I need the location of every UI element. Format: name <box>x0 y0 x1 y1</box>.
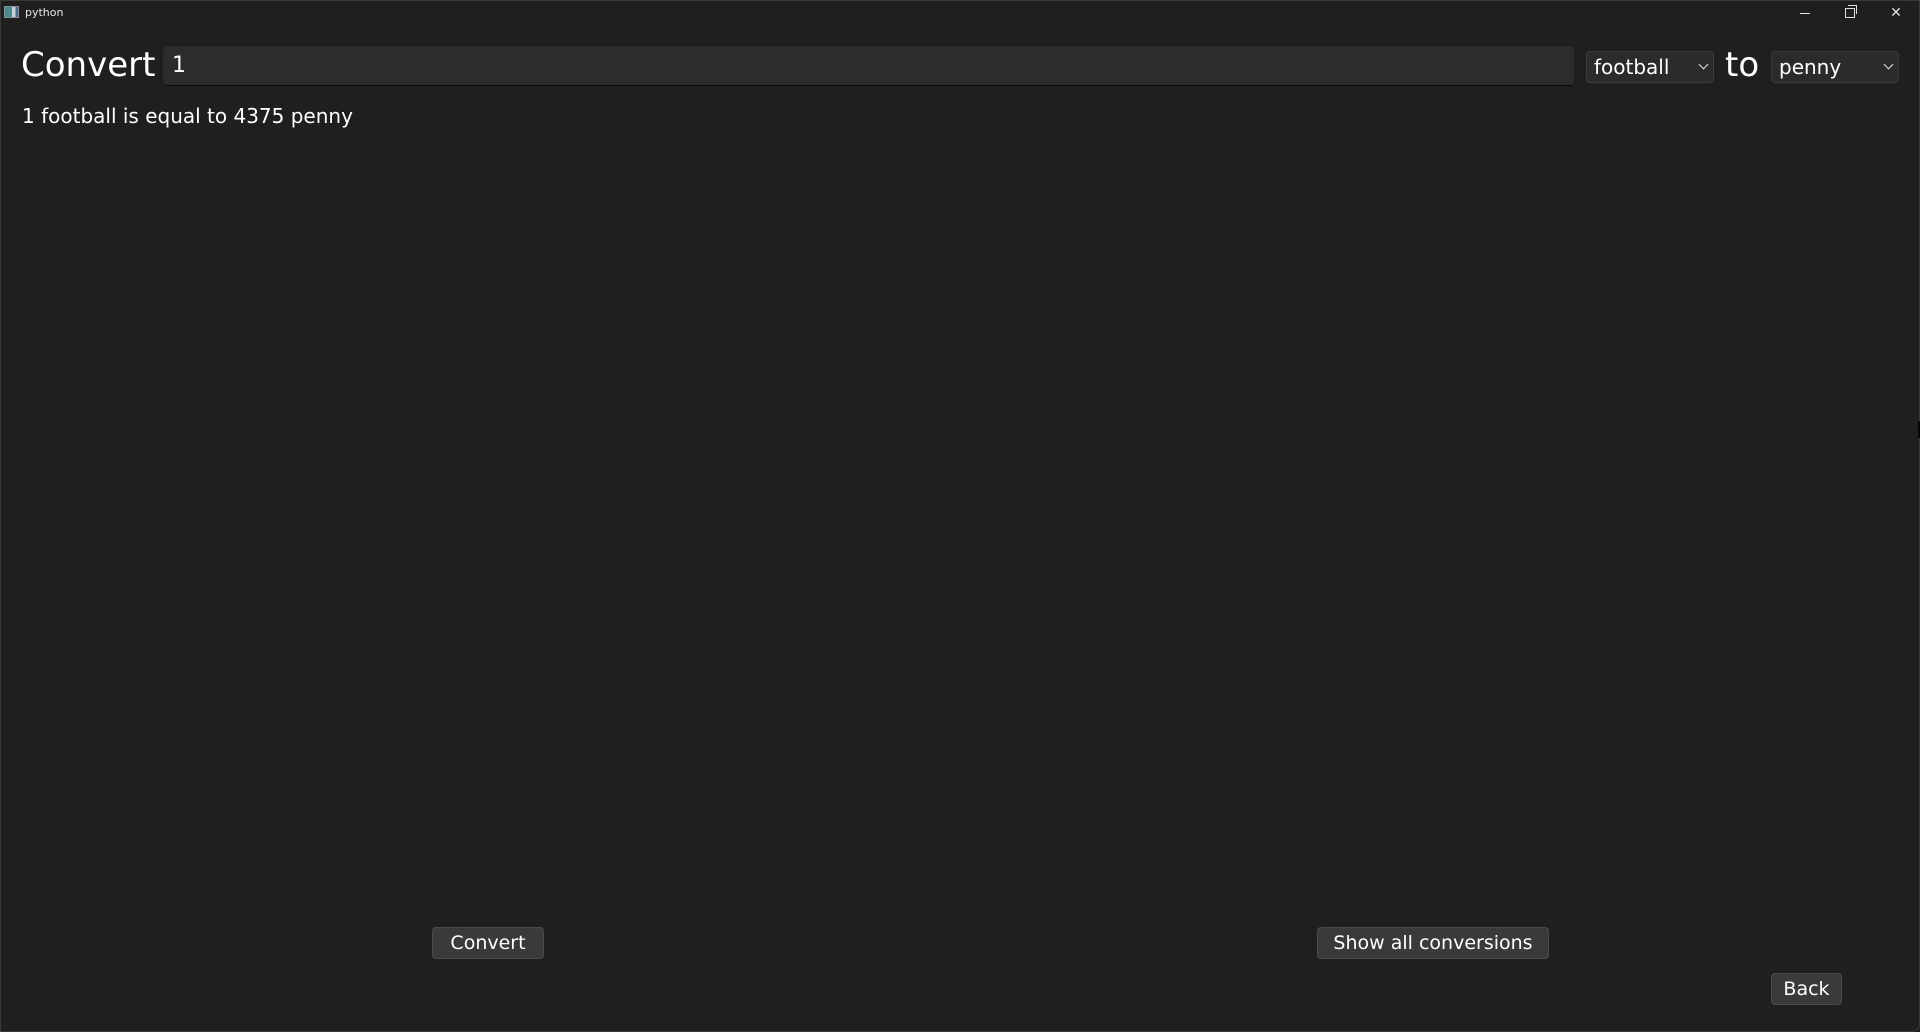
from-unit-value: football <box>1594 55 1670 79</box>
to-unit-select[interactable]: penny <box>1771 51 1899 83</box>
to-label: to <box>1725 45 1760 85</box>
to-unit-value: penny <box>1779 55 1842 79</box>
from-unit-select[interactable]: football <box>1586 51 1714 83</box>
minimize-button[interactable] <box>1782 1 1828 25</box>
convert-heading: Convert <box>21 45 156 85</box>
value-input[interactable] <box>163 46 1574 86</box>
app-window: python ✕ Convert football to penny 1 foo… <box>0 0 1920 1032</box>
close-button[interactable]: ✕ <box>1873 1 1919 25</box>
window-title: python <box>25 6 64 19</box>
restore-icon <box>1845 5 1857 18</box>
back-button[interactable]: Back <box>1771 973 1842 1005</box>
chevron-down-icon <box>1883 59 1894 70</box>
close-icon: ✕ <box>1890 5 1902 21</box>
python-app-icon <box>4 6 19 18</box>
show-all-conversions-button[interactable]: Show all conversions <box>1317 927 1549 959</box>
title-bar[interactable]: python ✕ <box>1 1 1920 27</box>
result-text: 1 football is equal to 4375 penny <box>22 104 353 128</box>
restore-button[interactable] <box>1827 1 1873 25</box>
chevron-down-icon <box>1698 59 1709 70</box>
minimize-icon <box>1800 12 1810 14</box>
convert-button[interactable]: Convert <box>432 927 544 959</box>
